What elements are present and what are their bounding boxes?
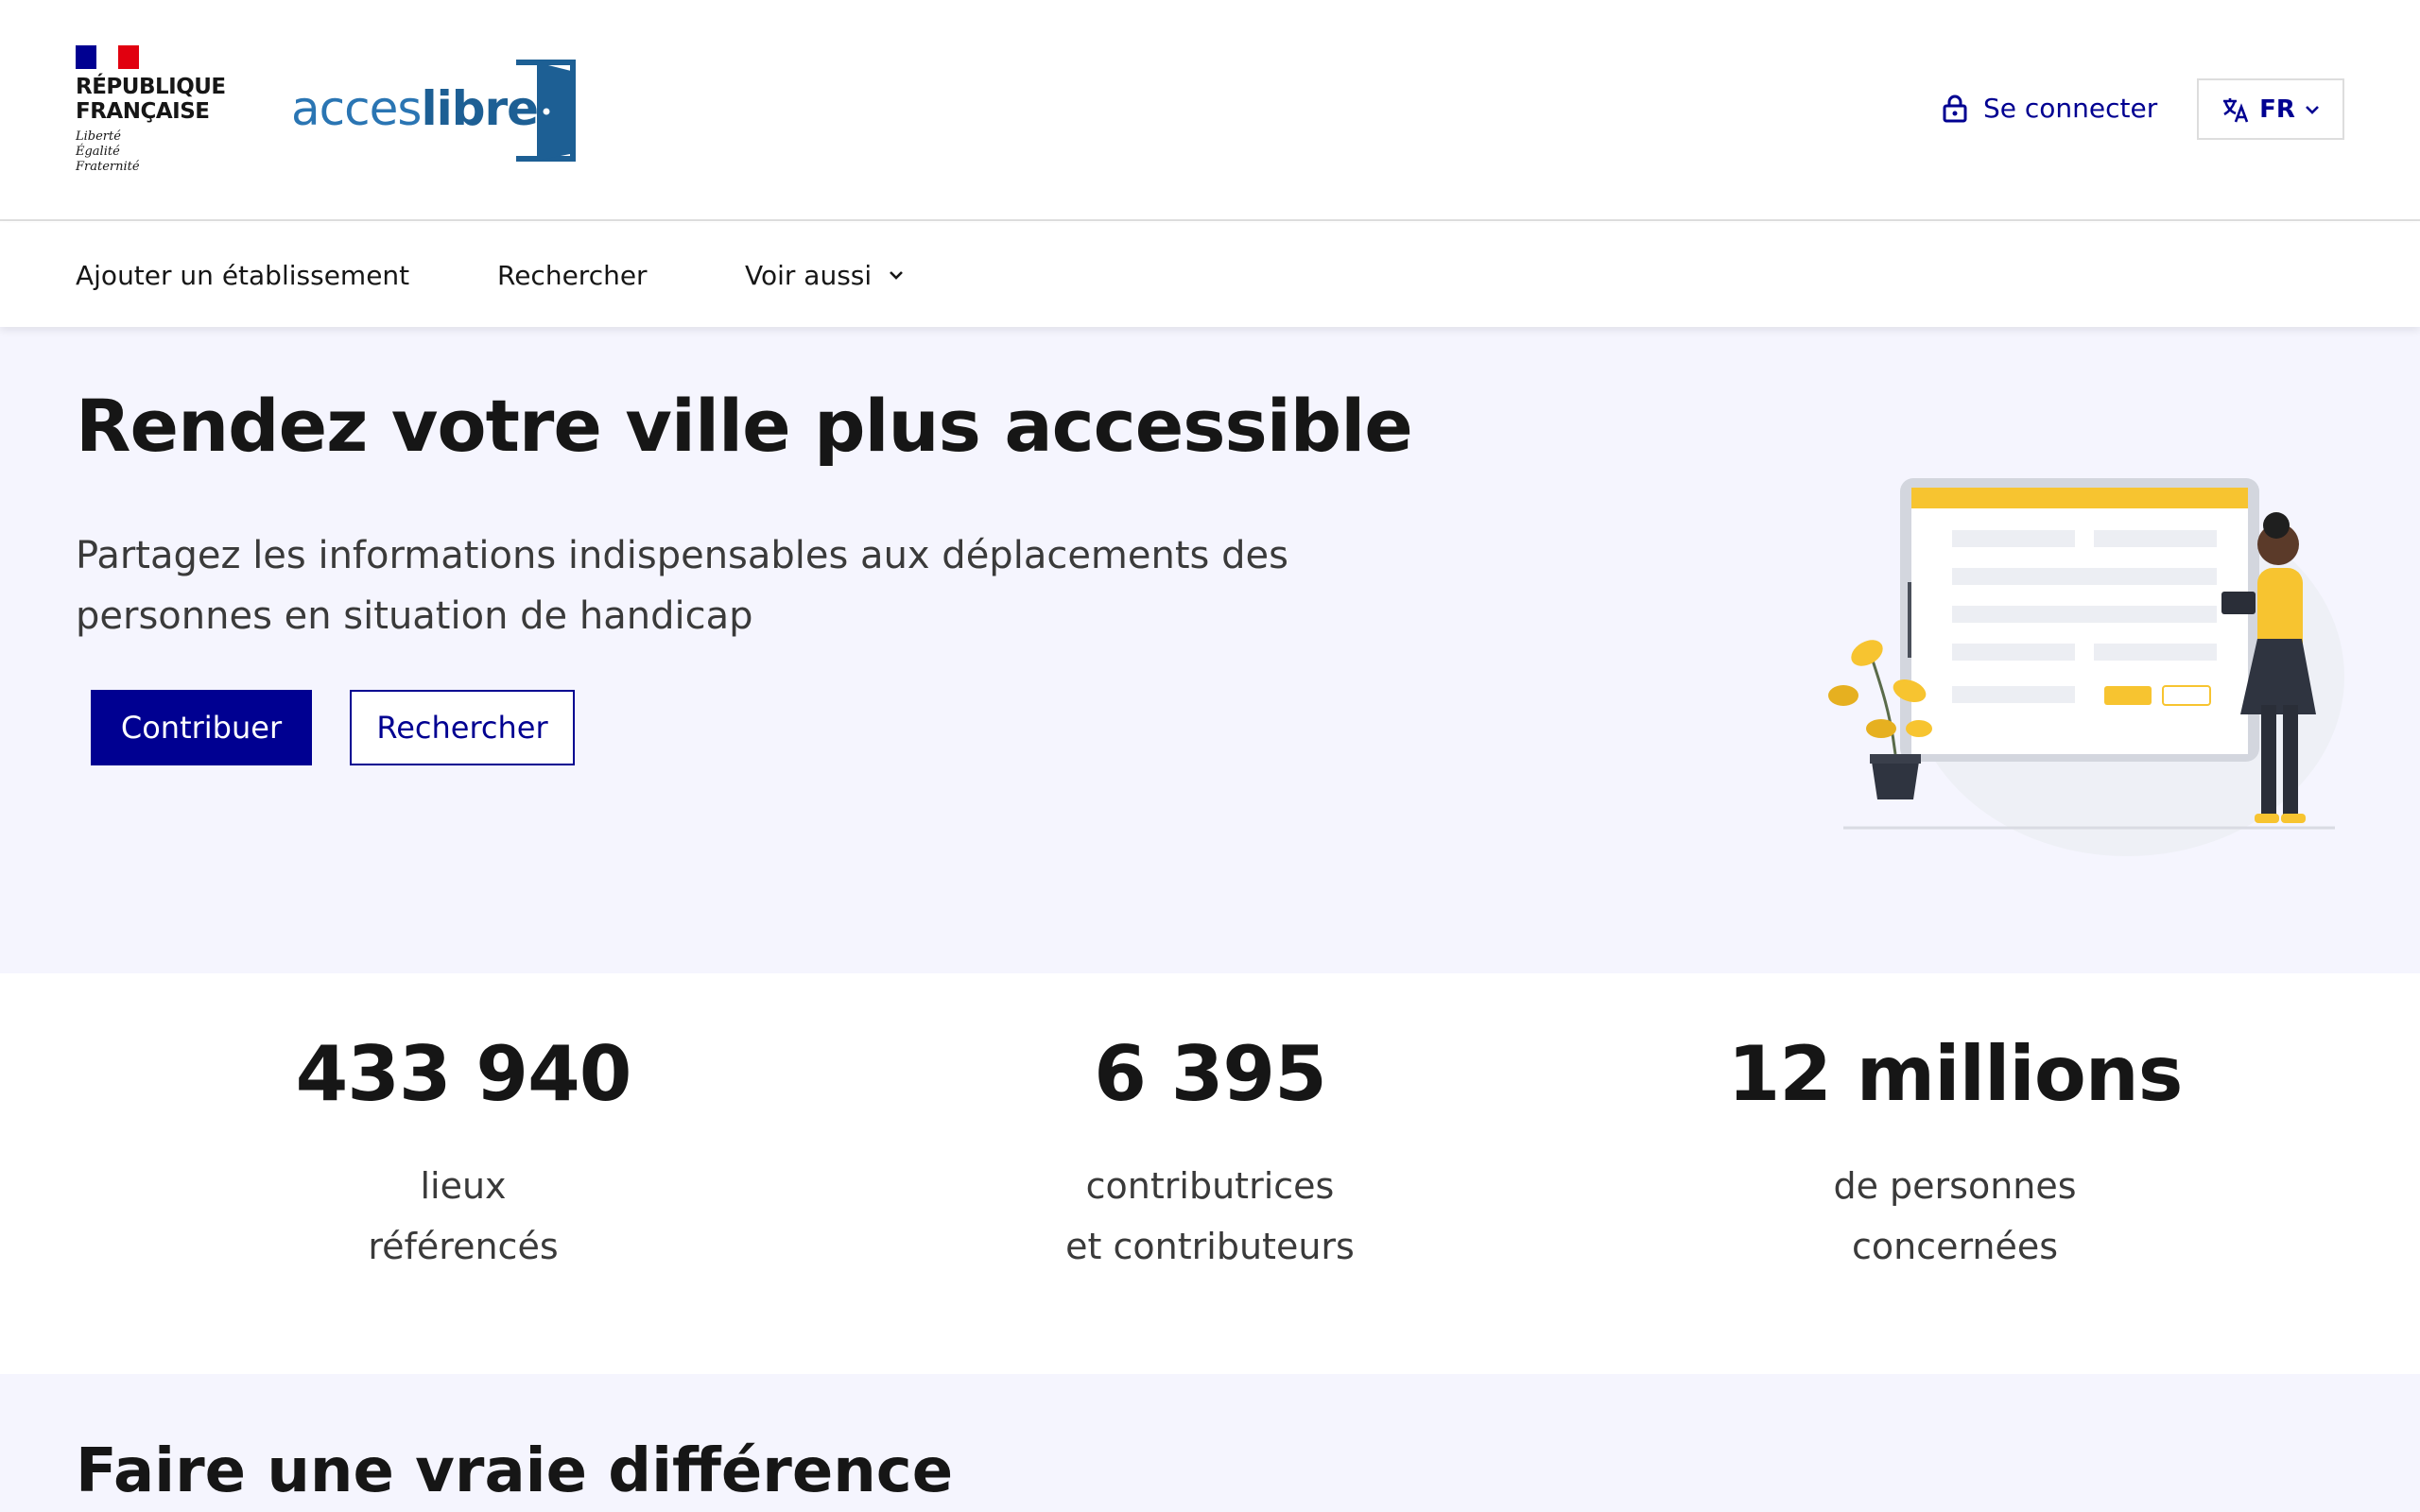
difference-section: Faire une vraie différence <box>0 1374 2420 1512</box>
hero-title: Rendez votre ville plus accessible <box>76 384 1413 468</box>
chevron-down-icon <box>890 271 904 280</box>
nav-item-label: Rechercher <box>497 259 648 291</box>
nav-item-label: Ajouter un établissement <box>76 259 410 291</box>
site-header: RÉPUBLIQUE FRANÇAISE Liberté Égalité Fra… <box>0 0 2420 221</box>
republique-title-line1: RÉPUBLIQUE <box>76 75 226 99</box>
nav-item-rechercher[interactable]: Rechercher <box>497 223 648 327</box>
door-icon <box>516 60 576 162</box>
stat-personnes: 12 millions de personnes concernées <box>1624 1030 2286 1277</box>
lock-icon <box>1943 94 1967 122</box>
republique-motto: Liberté Égalité Fraternité <box>76 129 140 174</box>
stat-contributeurs: 6 395 contributrices et contributeurs <box>879 1030 1541 1277</box>
rechercher-button[interactable]: Rechercher <box>350 690 575 765</box>
language-label: FR <box>2259 94 2295 124</box>
chevron-down-icon <box>2305 105 2319 114</box>
acceslibre-logo[interactable]: acceslibre <box>291 55 576 168</box>
republique-title-line2: FRANÇAISE <box>76 99 210 124</box>
stat-value: 12 millions <box>1727 1030 2184 1118</box>
hero-subtitle: Partagez les informations indispensables… <box>76 534 1288 638</box>
stat-label: de personnes concernées <box>1833 1165 2077 1267</box>
nav-item-ajouter[interactable]: Ajouter un établissement <box>76 223 409 327</box>
stat-label: contributrices et contributeurs <box>1065 1165 1355 1267</box>
login-label: Se connecter <box>1983 93 2158 124</box>
republique-francaise-logo[interactable]: RÉPUBLIQUE FRANÇAISE Liberté Égalité Fra… <box>76 45 236 175</box>
hero-section: Rendez votre ville plus accessible Parta… <box>0 327 2420 973</box>
main-navigation: Ajouter un établissement Rechercher Voir… <box>0 223 2420 327</box>
stat-value: 6 395 <box>1094 1030 1327 1118</box>
marianne-flag-icon <box>76 45 139 69</box>
section-title: Faire une vraie différence <box>76 1436 954 1506</box>
nav-item-label: Voir aussi <box>745 259 873 291</box>
login-link[interactable]: Se connecter <box>1942 93 2157 124</box>
hero-illustration <box>1828 478 2344 856</box>
stat-lieux: 433 940 lieux référencés <box>132 1030 794 1277</box>
stats-section: 433 940 lieux référencés 6 395 contribut… <box>0 973 2420 1374</box>
language-selector[interactable]: FR <box>2197 78 2344 140</box>
stat-value: 433 940 <box>295 1030 632 1118</box>
contribuer-button[interactable]: Contribuer <box>91 690 312 765</box>
nav-item-voir-aussi[interactable]: Voir aussi <box>745 223 904 327</box>
translate-icon <box>2223 97 2249 122</box>
stat-label: lieux référencés <box>368 1165 559 1267</box>
